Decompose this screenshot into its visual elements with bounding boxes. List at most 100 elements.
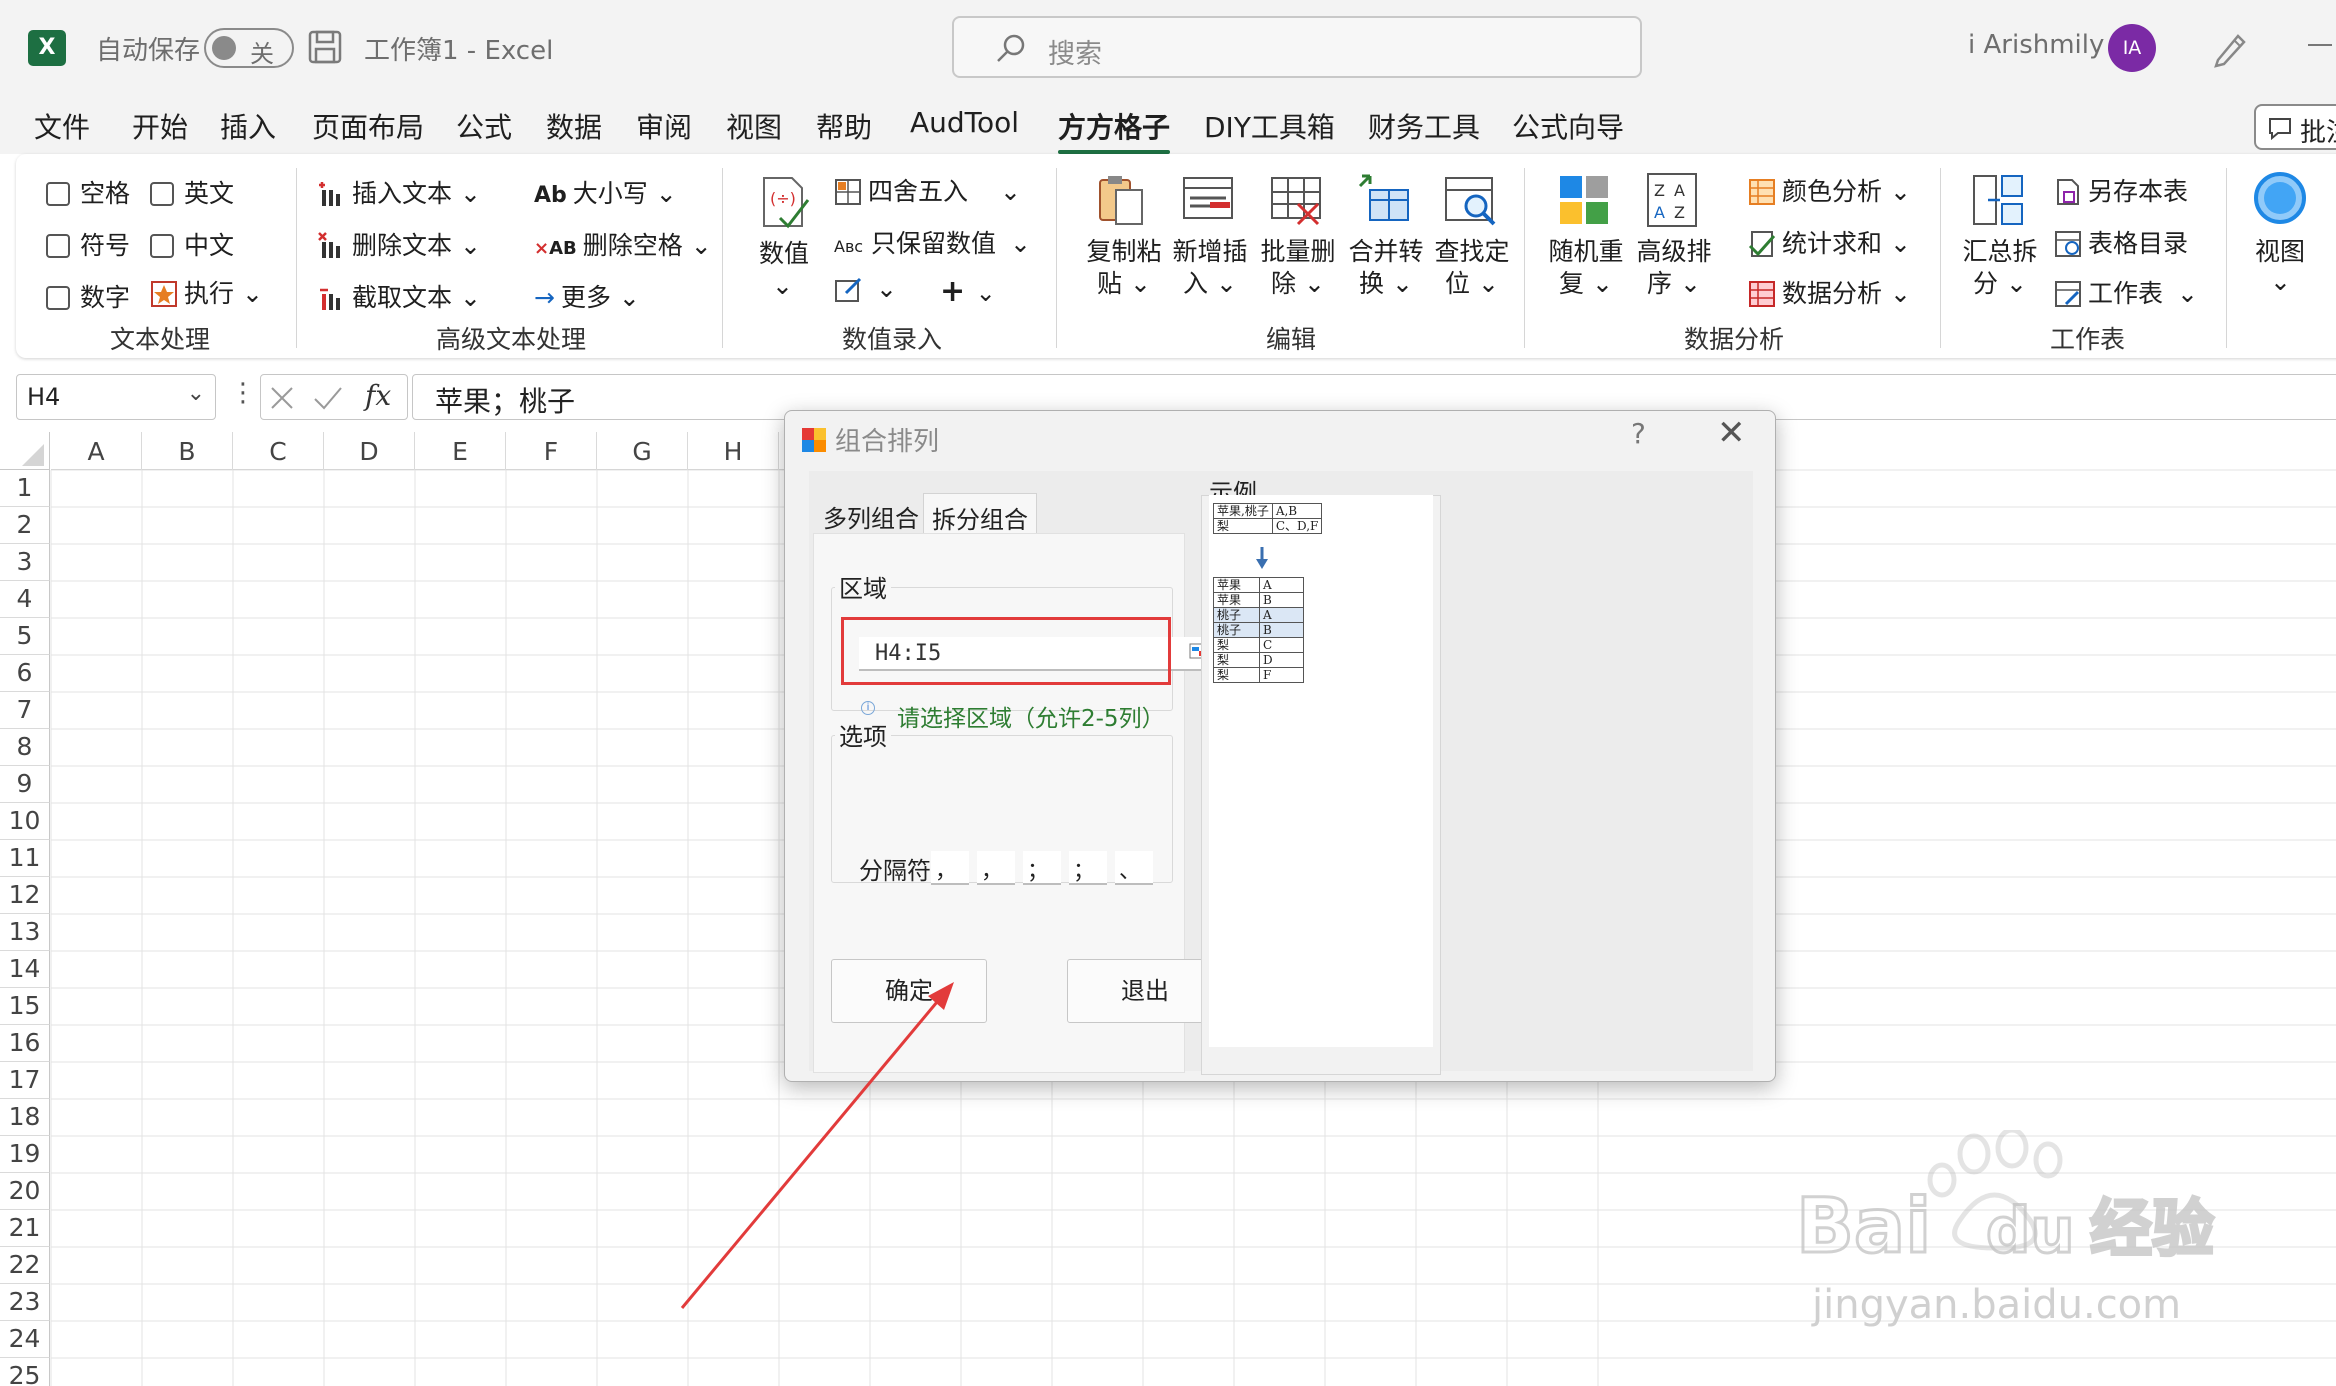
svg-text:(÷): (÷): [770, 189, 796, 208]
view-icon[interactable]: [2252, 170, 2308, 226]
region-legend: 区域: [835, 569, 891, 604]
delete-text-button[interactable]: 删除文本 ⌄: [318, 226, 481, 262]
enter-icon[interactable]: [313, 385, 343, 411]
view-button[interactable]: 视图: [2250, 236, 2310, 268]
menu-file[interactable]: 文件: [34, 106, 90, 146]
color-analysis-button[interactable]: 颜色分析 ⌄: [1748, 172, 1911, 208]
execute-label: 执行: [184, 279, 235, 308]
help-icon[interactable]: ?: [1631, 417, 1646, 450]
search-input[interactable]: 搜索: [952, 16, 1642, 78]
chevron-down-icon: ⌄: [1010, 229, 1031, 258]
menu-diy-toolbox[interactable]: DIY工具箱: [1204, 106, 1335, 146]
data-analysis-button[interactable]: 数据分析 ⌄: [1748, 274, 1911, 310]
plus-icon[interactable]: + ⌄: [940, 274, 996, 309]
batch-delete-button[interactable]: 批量删除 ⌄: [1254, 236, 1342, 300]
summary-split-icon[interactable]: [1970, 172, 2026, 228]
pen-icon[interactable]: [2210, 28, 2250, 68]
merge-convert-button[interactable]: 合并转换 ⌄: [1342, 236, 1430, 300]
separator-input[interactable]: ，: [977, 851, 1015, 885]
menu-view[interactable]: 视图: [726, 106, 782, 146]
chevron-down-icon[interactable]: ⌄: [187, 381, 205, 406]
case-button[interactable]: Ab 大小写 ⌄: [534, 174, 677, 210]
ok-button[interactable]: 确定: [831, 959, 987, 1023]
separator-input[interactable]: ；: [1023, 851, 1061, 885]
menu-audtool[interactable]: AudTool: [910, 106, 1019, 139]
close-icon[interactable]: ✕: [1717, 413, 1746, 453]
copy-paste-button[interactable]: 复制粘贴 ⌄: [1080, 236, 1168, 300]
summary-split-button[interactable]: 汇总拆分 ⌄: [1956, 236, 2044, 300]
checkbox-space[interactable]: 空格: [46, 174, 130, 210]
batch-delete-icon[interactable]: [1268, 172, 1324, 228]
edit-cell-button[interactable]: ⌄: [834, 274, 897, 303]
find-locate-button[interactable]: 查找定位 ⌄: [1428, 236, 1516, 300]
comment-button[interactable]: 批注: [2254, 104, 2336, 150]
more-options-icon[interactable]: ⋮: [230, 378, 256, 408]
menu-fangfang[interactable]: 方方格子: [1058, 106, 1171, 154]
value-icon[interactable]: (÷): [756, 174, 812, 230]
autosave-toggle[interactable]: 关: [204, 28, 294, 68]
button-label: 贴 ⌄: [1097, 269, 1151, 298]
example-row: 桃子 A: [1213, 607, 1304, 623]
menu-formulas[interactable]: 公式: [456, 106, 512, 146]
worksheet-button[interactable]: 工作表 ⌄: [2054, 274, 2198, 310]
chevron-down-icon: ⌄: [2270, 267, 2291, 296]
ribbon-divider: [2226, 168, 2227, 348]
name-box[interactable]: H4 ⌄: [16, 374, 216, 420]
group-label-data-analysis: 数据分析: [1684, 325, 1785, 354]
insert-text-icon: [319, 182, 340, 206]
insert-function-icon[interactable]: fx: [365, 379, 391, 412]
menu-finance-tools[interactable]: 财务工具: [1368, 106, 1480, 146]
sheet-index-button[interactable]: 表格目录: [2054, 224, 2188, 260]
checkbox-symbol[interactable]: 符号: [46, 226, 130, 262]
execute-button[interactable]: 执行 ⌄: [150, 274, 263, 310]
remove-spaces-button[interactable]: ×AB 删除空格 ⌄: [534, 226, 712, 262]
menu-home[interactable]: 开始: [132, 106, 188, 146]
save-icon[interactable]: [308, 30, 342, 64]
keep-values-button[interactable]: Aʙᴄ 只保留数值 ⌄: [834, 224, 1031, 260]
separator-input[interactable]: 、: [1115, 851, 1153, 885]
advanced-sort-icon[interactable]: Z AA Z: [1644, 172, 1700, 228]
checkbox-label: 数字: [80, 283, 131, 312]
menu-help[interactable]: 帮助: [816, 106, 872, 146]
menu-page-layout[interactable]: 页面布局: [312, 106, 424, 146]
round-button[interactable]: 四舍五入 ⌄: [834, 172, 1021, 208]
extract-text-button[interactable]: 截取文本 ⌄: [318, 278, 481, 314]
ribbon-divider: [722, 168, 723, 348]
avatar[interactable]: IA: [2108, 24, 2156, 72]
find-locate-icon[interactable]: [1442, 172, 1498, 228]
save-sheet-button[interactable]: 另存本表: [2054, 172, 2188, 208]
more-button[interactable]: → 更多 ⌄: [534, 278, 640, 314]
exit-button[interactable]: 退出: [1067, 959, 1223, 1023]
group-label-advanced-text: 高级文本处理: [436, 325, 587, 354]
checkbox-chinese[interactable]: 中文: [150, 226, 234, 262]
separator-input[interactable]: ；: [1069, 851, 1107, 885]
menu-data[interactable]: 数据: [546, 106, 602, 146]
user-name: i Arishmily: [1968, 30, 2105, 60]
star-icon: [151, 281, 177, 307]
menu-insert[interactable]: 插入: [220, 106, 276, 146]
checkbox-english[interactable]: 英文: [150, 174, 234, 210]
separator-input[interactable]: ，: [931, 851, 969, 885]
button-label: 合并转: [1348, 237, 1424, 266]
insert-rows-icon[interactable]: [1180, 172, 1236, 228]
clipboard-icon[interactable]: [1094, 172, 1150, 228]
button-label: 查找定: [1434, 237, 1510, 266]
tab-multi-column[interactable]: 多列组合: [815, 493, 927, 533]
example-source-table: 苹果,桃子 A,B 梨 C、D,F: [1213, 503, 1323, 534]
value-button[interactable]: 数值: [754, 238, 814, 270]
cancel-icon[interactable]: [269, 385, 295, 411]
tab-split-combination[interactable]: 拆分组合: [923, 493, 1037, 534]
advanced-sort-button[interactable]: 高级排序 ⌄: [1630, 236, 1718, 300]
menu-formula-wizard[interactable]: 公式向导: [1512, 106, 1624, 146]
checkbox-number[interactable]: 数字: [46, 278, 130, 314]
merge-convert-icon[interactable]: [1356, 172, 1412, 228]
add-insert-button[interactable]: 新增插入 ⌄: [1166, 236, 1254, 300]
menu-review[interactable]: 审阅: [636, 106, 692, 146]
save-sheet-icon: [2057, 179, 2079, 205]
random-repeat-button[interactable]: 随机重复 ⌄: [1542, 236, 1630, 300]
random-repeat-icon[interactable]: [1556, 172, 1612, 228]
button-label: 除 ⌄: [1271, 269, 1325, 298]
stat-sum-button[interactable]: 统计求和 ⌄: [1748, 224, 1911, 260]
minimize-icon[interactable]: [2308, 44, 2332, 46]
insert-text-button[interactable]: 插入文本 ⌄: [318, 174, 481, 210]
